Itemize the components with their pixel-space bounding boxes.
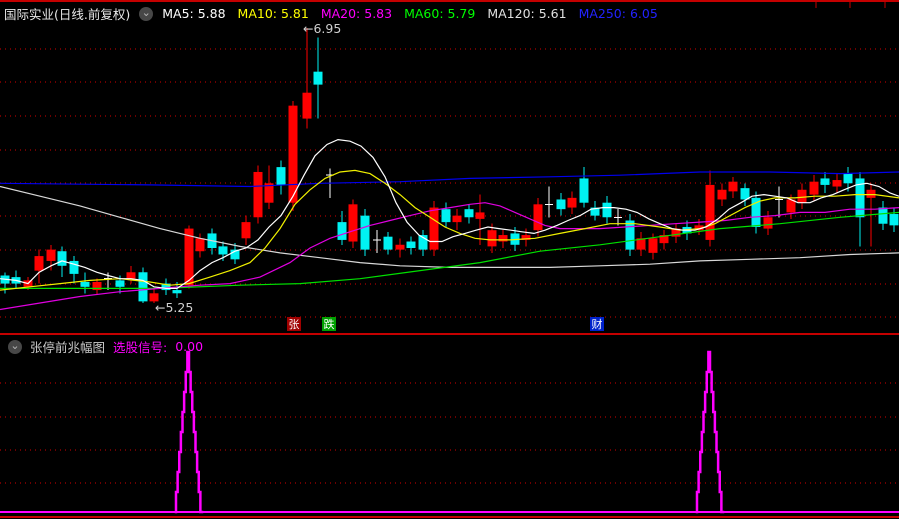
event-badge: 跌 xyxy=(322,317,336,331)
ma-label-ma5: MA5: 5.88 xyxy=(162,6,226,21)
indicator-name: 张停前兆幅图 xyxy=(30,340,106,355)
ma-label-ma250: MA250: 6.05 xyxy=(578,6,658,21)
indicator-panel-header: ⌄ 张停前兆幅图 选股信号: 0.00 xyxy=(8,337,203,356)
ma-label-ma10: MA10: 5.81 xyxy=(237,6,309,21)
left-arrow-icon: ← xyxy=(155,300,166,315)
signal-value: 0.00 xyxy=(175,339,204,354)
chart-canvas[interactable] xyxy=(0,0,899,519)
low-price-label: ←5.25 xyxy=(155,300,194,315)
ma-label-ma120: MA120: 5.61 xyxy=(487,6,567,21)
stock-chart-window: 国际实业(日线.前复权) ⌄ MA5: 5.88 MA10: 5.81 MA20: … xyxy=(0,0,899,519)
ma-line-ma250 xyxy=(0,171,899,188)
signal-label: 选股信号: xyxy=(113,340,168,355)
ma-line-ma10 xyxy=(0,169,899,291)
ma-legend: MA5: 5.88 MA10: 5.81 MA20: 5.83 MA60: 5.79 M… xyxy=(162,6,658,21)
event-badge: 财 xyxy=(590,317,604,331)
signal-spike xyxy=(174,350,204,514)
signal-spike xyxy=(695,350,725,514)
stock-title: 国际实业(日线.前复权) xyxy=(4,7,131,22)
chevron-down-icon[interactable]: ⌄ xyxy=(8,339,22,354)
left-arrow-icon: ← xyxy=(303,21,314,36)
main-chart-header: 国际实业(日线.前复权) ⌄ MA5: 5.88 MA10: 5.81 MA20: … xyxy=(4,4,658,23)
ma-label-ma20: MA20: 5.83 xyxy=(320,6,393,21)
chevron-down-icon[interactable]: ⌄ xyxy=(139,6,154,21)
high-price-label: ←6.95 xyxy=(303,21,342,36)
ma-label-ma60: MA60: 5.79 xyxy=(404,6,476,21)
event-badge: 张 xyxy=(287,317,301,331)
